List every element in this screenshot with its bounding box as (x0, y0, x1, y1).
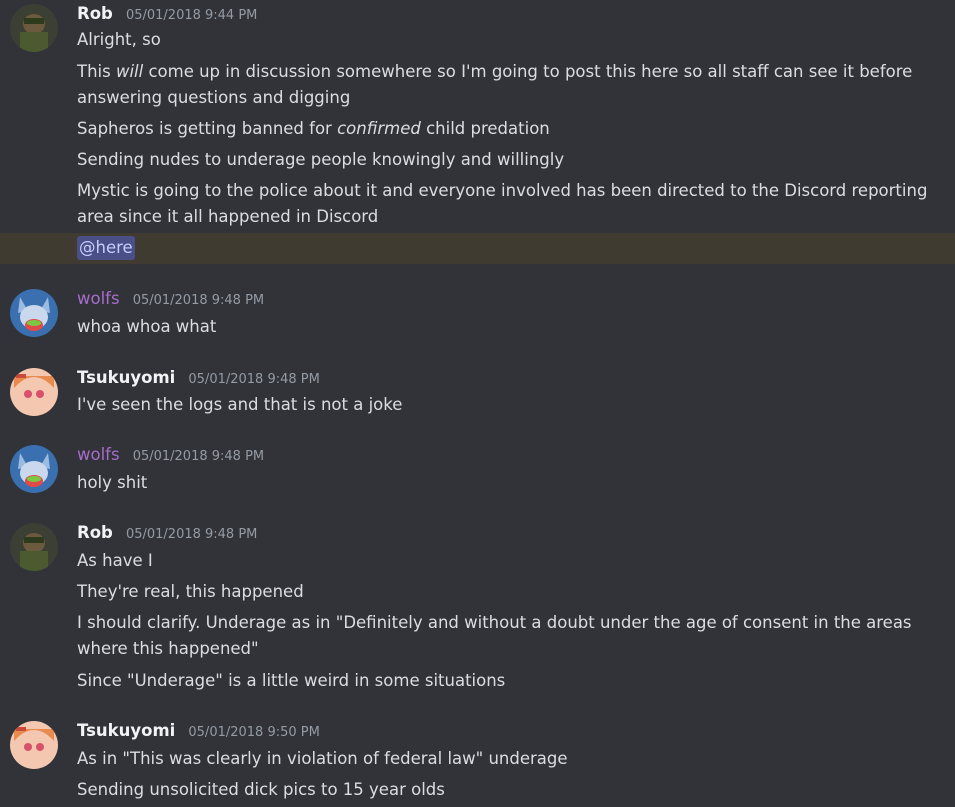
timestamp[interactable]: 05/01/2018 9:48 PM (126, 527, 257, 542)
username[interactable]: wolfs (77, 289, 120, 308)
timestamp[interactable]: 05/01/2018 9:48 PM (188, 372, 319, 387)
message-line: This will come up in discussion somewher… (77, 62, 913, 107)
wolf-avatar-icon[interactable] (10, 289, 58, 337)
username[interactable]: Rob (77, 4, 113, 23)
message-line: I should clarify. Underage as in "Defini… (77, 613, 912, 658)
mention-highlight-row (0, 233, 955, 264)
message-line: I've seen the logs and that is not a jok… (77, 395, 403, 414)
anime-girl-avatar-icon[interactable] (10, 721, 58, 769)
username[interactable]: Tsukuyomi (77, 721, 175, 740)
message-line: holy shit (77, 473, 148, 492)
message-line: Sending unsolicited dick pics to 15 year… (77, 780, 445, 799)
message-line: Sapheros is getting banned for confirmed… (77, 119, 550, 138)
timestamp[interactable]: 05/01/2018 9:48 PM (133, 449, 264, 464)
message-line: Since "Underage" is a little weird in so… (77, 671, 506, 690)
message-line: whoa whoa what (77, 317, 217, 336)
timestamp[interactable]: 05/01/2018 9:44 PM (126, 8, 257, 23)
rob-avatar-icon[interactable] (10, 523, 58, 571)
message-line: Sending nudes to underage people knowing… (77, 150, 565, 169)
username[interactable]: wolfs (77, 445, 120, 464)
timestamp[interactable]: 05/01/2018 9:48 PM (133, 293, 264, 308)
message-line: As have I (77, 551, 153, 570)
rob-avatar-icon[interactable] (10, 4, 58, 52)
message-line: Mystic is going to the police about it a… (77, 181, 928, 226)
message-line: They're real, this happened (77, 582, 304, 601)
username[interactable]: Tsukuyomi (77, 368, 175, 387)
here-mention[interactable]: @here (77, 236, 135, 260)
wolf-avatar-icon[interactable] (10, 445, 58, 493)
message-line: As in "This was clearly in violation of … (77, 749, 568, 768)
username[interactable]: Rob (77, 523, 113, 542)
message-line: Alright, so (77, 30, 161, 49)
timestamp[interactable]: 05/01/2018 9:50 PM (188, 725, 319, 740)
anime-girl-avatar-icon[interactable] (10, 368, 58, 416)
